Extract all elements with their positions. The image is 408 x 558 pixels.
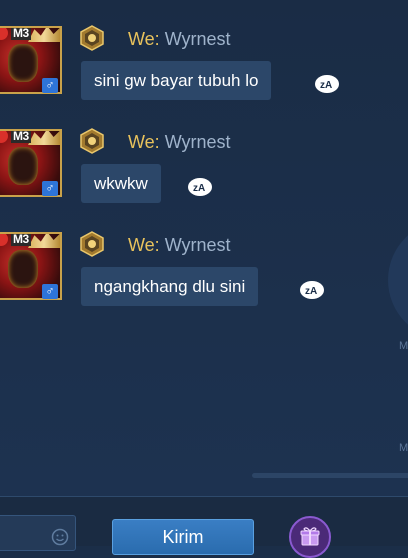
male-gender-icon: ♂ xyxy=(42,181,58,196)
chat-message: M3 ♂ We: Wyrnest wkwkw zA xyxy=(0,125,408,215)
message-bubble[interactable]: ngangkhang dlu sini xyxy=(81,267,259,306)
sender-prefix: We: xyxy=(128,29,160,49)
chat-area[interactable]: M M M3 ♂ We: Wyrnest sini gw bayar tubuh… xyxy=(0,0,408,496)
avatar[interactable]: M3 ♂ xyxy=(0,129,62,197)
svg-text:zA: zA xyxy=(320,80,332,91)
sender-prefix: We: xyxy=(128,235,160,255)
sender-name[interactable]: Wyrnest xyxy=(165,132,231,152)
chat-message: M3 ♂ We: Wyrnest ngangkhang dlu sini zA xyxy=(0,228,408,318)
translate-icon[interactable]: zA xyxy=(314,74,340,94)
svg-text:zA: zA xyxy=(193,183,205,194)
avatar[interactable]: M3 ♂ xyxy=(0,26,62,94)
message-bubble[interactable]: wkwkw xyxy=(81,164,161,203)
male-gender-icon: ♂ xyxy=(42,78,58,93)
rank-badge-icon xyxy=(80,231,104,257)
chat-input-bar: Kirim xyxy=(0,496,408,558)
send-button[interactable]: Kirim xyxy=(112,519,254,555)
sender-name[interactable]: Wyrnest xyxy=(165,29,231,49)
male-gender-icon: ♂ xyxy=(42,284,58,299)
background-label: M xyxy=(399,340,408,352)
avatar[interactable]: M3 ♂ xyxy=(0,232,62,300)
emoji-icon[interactable] xyxy=(51,528,69,546)
sender-label: We: Wyrnest xyxy=(128,234,231,256)
gift-icon xyxy=(300,527,320,546)
message-bubble[interactable]: sini gw bayar tubuh lo xyxy=(81,61,272,100)
rank-badge-icon xyxy=(80,25,104,51)
sender-label: We: Wyrnest xyxy=(128,28,231,50)
gift-button[interactable] xyxy=(289,516,331,558)
background-scroll-bar xyxy=(252,473,408,478)
chat-message: M3 ♂ We: Wyrnest sini gw bayar tubuh lo … xyxy=(0,22,408,112)
background-label: M xyxy=(399,442,408,454)
sender-label: We: Wyrnest xyxy=(128,131,231,153)
rank-badge-icon xyxy=(80,128,104,154)
svg-text:zA: zA xyxy=(305,286,317,297)
sender-name[interactable]: Wyrnest xyxy=(165,235,231,255)
translate-icon[interactable]: zA xyxy=(299,280,325,300)
sender-prefix: We: xyxy=(128,132,160,152)
translate-icon[interactable]: zA xyxy=(187,177,213,197)
